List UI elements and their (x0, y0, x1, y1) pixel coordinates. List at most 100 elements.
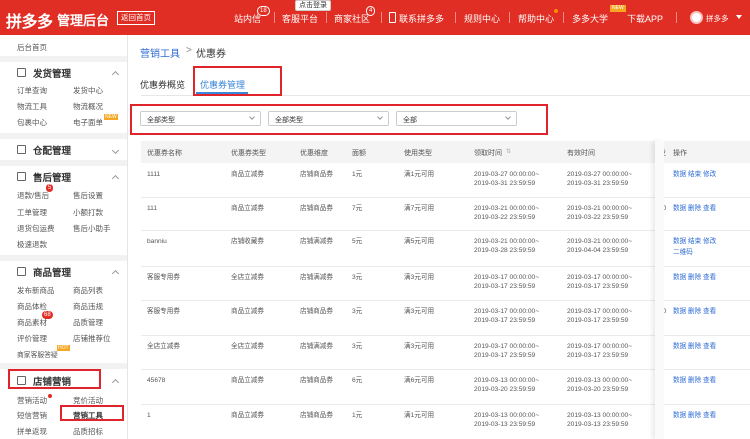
coupon-dimension-select[interactable]: 全部类型 (268, 111, 389, 126)
table-cell: 满7元可用 (404, 205, 435, 212)
nav-inbox[interactable]: 站内信 (234, 12, 261, 25)
row-action-link[interactable]: 删除 (688, 204, 701, 213)
sidebar-section-shipping[interactable]: 发货管理 (33, 66, 71, 80)
chevron-down-icon (377, 114, 383, 120)
table-cell: 2019-03-27 00:00:00~ (567, 171, 633, 178)
nav-divider (509, 12, 510, 23)
sidebar-section-products[interactable]: 商品管理 (33, 265, 71, 279)
sidebar-item[interactable]: 小额打款 (73, 207, 103, 218)
sidebar-item[interactable]: 拼单返现 (17, 426, 47, 437)
sidebar-item[interactable]: 短信营销 (17, 410, 47, 421)
nav-contact[interactable]: 联系拼多多 (399, 12, 444, 25)
table-cell: 商品立减券 (231, 412, 264, 419)
column-header[interactable]: 领取时间 (474, 148, 502, 158)
table-cell: 满3元可用 (404, 308, 435, 315)
table-cell: 2019-03-17 00:00:00~ (474, 308, 540, 315)
aftersale-icon (17, 172, 26, 181)
sidebar-item[interactable]: 售后小助手 (73, 223, 111, 234)
row-action-link[interactable]: 数据 (673, 342, 686, 351)
table-cell: 店铺满减券 (300, 238, 333, 245)
sidebar-item[interactable]: 评价管理 (17, 333, 47, 344)
sidebar-divider (0, 255, 127, 261)
sidebar-item[interactable]: 品质招标 (73, 426, 103, 437)
sidebar-item[interactable]: 发布新商品 (17, 285, 55, 296)
sidebar-item[interactable]: 退款/售后 (17, 190, 49, 201)
nav-community[interactable]: 商家社区 (334, 12, 370, 25)
sidebar-item[interactable]: 退货包运费 (17, 223, 55, 234)
row-action-link[interactable]: 数据 (673, 307, 686, 316)
qr-code-link[interactable]: 二维码 (673, 248, 693, 257)
row-action-link[interactable]: 删除 (688, 307, 701, 316)
table-cell: 2019-03-17 23:59:59 (567, 352, 629, 359)
sidebar-item[interactable]: 工单管理 (17, 207, 47, 218)
logo[interactable]: 拼多多 (6, 8, 53, 32)
row-action-link[interactable]: 数据 (673, 411, 686, 420)
sidebar-item[interactable]: 商品违规 (73, 301, 103, 312)
row-action-link[interactable]: 查看 (703, 307, 716, 316)
sidebar-item[interactable]: 店铺推荐位 (73, 333, 111, 344)
breadcrumb-parent[interactable]: 营销工具 (140, 45, 180, 60)
row-action-link[interactable]: 数据 (673, 170, 686, 179)
row-action-link[interactable]: 删除 (688, 273, 701, 282)
sidebar-item[interactable]: 商品体检 (17, 301, 47, 312)
nav-help[interactable]: 帮助中心 (518, 12, 554, 25)
table-cell: 2019-03-20 23:59:59 (474, 386, 536, 393)
sidebar-item[interactable]: 商家客服答疑 (17, 349, 58, 359)
table-cell: 2019-03-17 23:59:59 (474, 352, 536, 359)
login-tooltip: 点击登录 (295, 0, 331, 11)
sidebar-item[interactable]: 品质管理 (73, 317, 103, 328)
row-action-link[interactable]: 删除 (688, 411, 701, 420)
row-action-link[interactable]: 修改 (703, 170, 716, 179)
table-cell: 2019-03-13 23:59:59 (567, 421, 629, 428)
row-action-link[interactable]: 结束 (688, 237, 701, 246)
sidebar-section-warehouse[interactable]: 仓配管理 (33, 143, 71, 157)
nav-service[interactable]: 客服平台 (282, 12, 318, 25)
row-action-link[interactable]: 删除 (688, 342, 701, 351)
row-action-link[interactable]: 数据 (673, 204, 686, 213)
account-name[interactable]: 拼多多 (706, 13, 729, 24)
back-home-button[interactable]: 返回首页 (117, 11, 155, 25)
sidebar-item[interactable]: 发货中心 (73, 85, 103, 96)
sort-icon[interactable]: ⇅ (506, 148, 511, 155)
sidebar-item[interactable]: 极速退款 (17, 239, 47, 250)
tab-overview[interactable]: 优惠券概览 (140, 78, 185, 91)
row-action-link[interactable]: 删除 (688, 376, 701, 385)
coupon-status-select[interactable]: 全部 (396, 111, 517, 126)
sidebar-item[interactable]: 售后设置 (73, 190, 103, 201)
row-action-link[interactable]: 结束 (688, 170, 701, 179)
row-action-link[interactable]: 查看 (703, 273, 716, 282)
nav-rules[interactable]: 规则中心 (464, 12, 500, 25)
table-cell: 2019-03-17 00:00:00~ (567, 308, 633, 315)
row-action-link[interactable]: 数据 (673, 376, 686, 385)
sidebar-item[interactable]: 订单查询 (17, 85, 47, 96)
sidebar-item[interactable]: 电子面单 (73, 117, 103, 128)
sidebar-section-aftersale[interactable]: 售后管理 (33, 170, 71, 184)
sidebar-item[interactable]: 商品素材 (17, 317, 47, 328)
nav-university[interactable]: 多多大学 (572, 12, 608, 25)
chevron-down-icon[interactable] (736, 15, 742, 19)
sidebar-item[interactable]: 商品列表 (73, 285, 103, 296)
table-cell: 1元 (352, 171, 363, 178)
sidebar-item[interactable]: 营销活动 (17, 395, 47, 406)
sidebar-item[interactable]: 包裹中心 (17, 117, 47, 128)
nav-download-app[interactable]: 下载APP (627, 12, 663, 25)
table-cell: 1元 (352, 412, 363, 419)
row-action-link[interactable]: 查看 (703, 342, 716, 351)
new-tag: NEW (104, 114, 118, 120)
row-action-link[interactable]: 查看 (703, 204, 716, 213)
sidebar-item[interactable]: 物流概况 (73, 101, 103, 112)
sidebar-item[interactable]: 物流工具 (17, 101, 47, 112)
table-cell: 店铺商品券 (300, 377, 333, 384)
coupon-type-select[interactable]: 全部类型 (140, 111, 261, 126)
row-action-link[interactable]: 数据 (673, 273, 686, 282)
avatar[interactable] (690, 11, 703, 24)
table-cell: 2019-03-31 23:59:59 (567, 180, 629, 187)
row-action-link[interactable]: 修改 (703, 237, 716, 246)
sidebar-item-home[interactable]: 后台首页 (17, 42, 47, 53)
table-cell: 2019-03-13 00:00:00~ (474, 412, 540, 419)
row-action-link[interactable]: 查看 (703, 376, 716, 385)
row-action-link[interactable]: 查看 (703, 411, 716, 420)
table-cell: 商品立减券 (231, 171, 264, 178)
row-action-link[interactable]: 数据 (673, 237, 686, 246)
table-cell: 全店立减券 (231, 343, 264, 350)
